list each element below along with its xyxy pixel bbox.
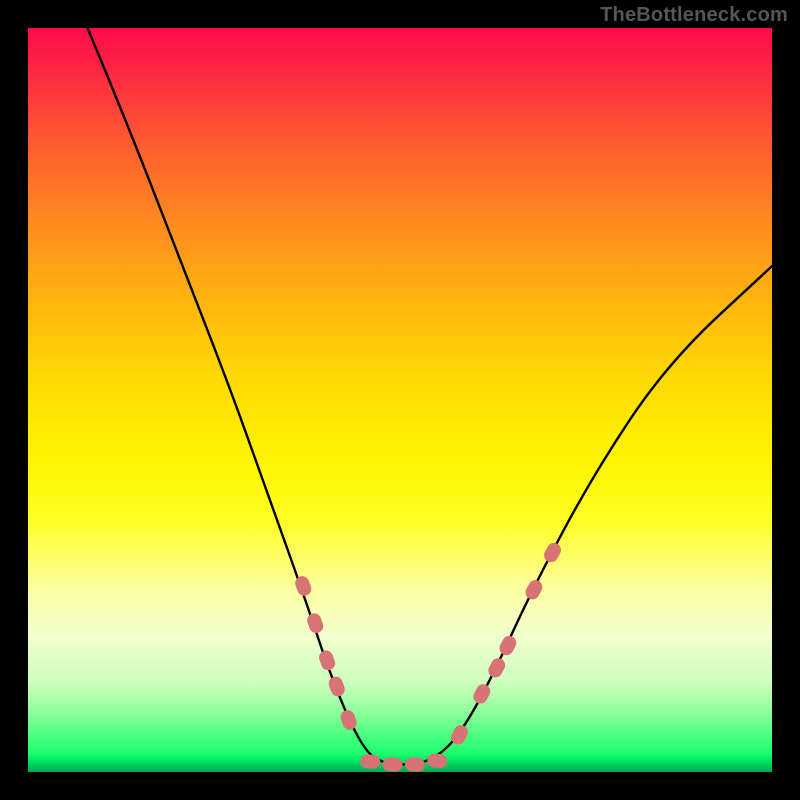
marker-capsule (360, 754, 381, 769)
watermark-text: TheBottleneck.com (600, 4, 788, 27)
plot-background-gradient (28, 28, 772, 772)
marker-capsule (497, 633, 519, 657)
marker-capsule (339, 708, 359, 732)
marker-capsule (471, 682, 493, 706)
marker-capsule (405, 757, 426, 772)
data-markers (293, 540, 563, 772)
marker-capsule (305, 611, 325, 635)
chart-svg (28, 28, 772, 772)
marker-capsule (327, 675, 347, 699)
marker-capsule (486, 656, 508, 680)
marker-capsule (542, 540, 564, 564)
marker-capsule (317, 649, 337, 673)
marker-capsule (427, 753, 448, 768)
marker-capsule (523, 578, 545, 602)
bottleneck-curve (88, 28, 772, 765)
marker-capsule (382, 757, 403, 772)
